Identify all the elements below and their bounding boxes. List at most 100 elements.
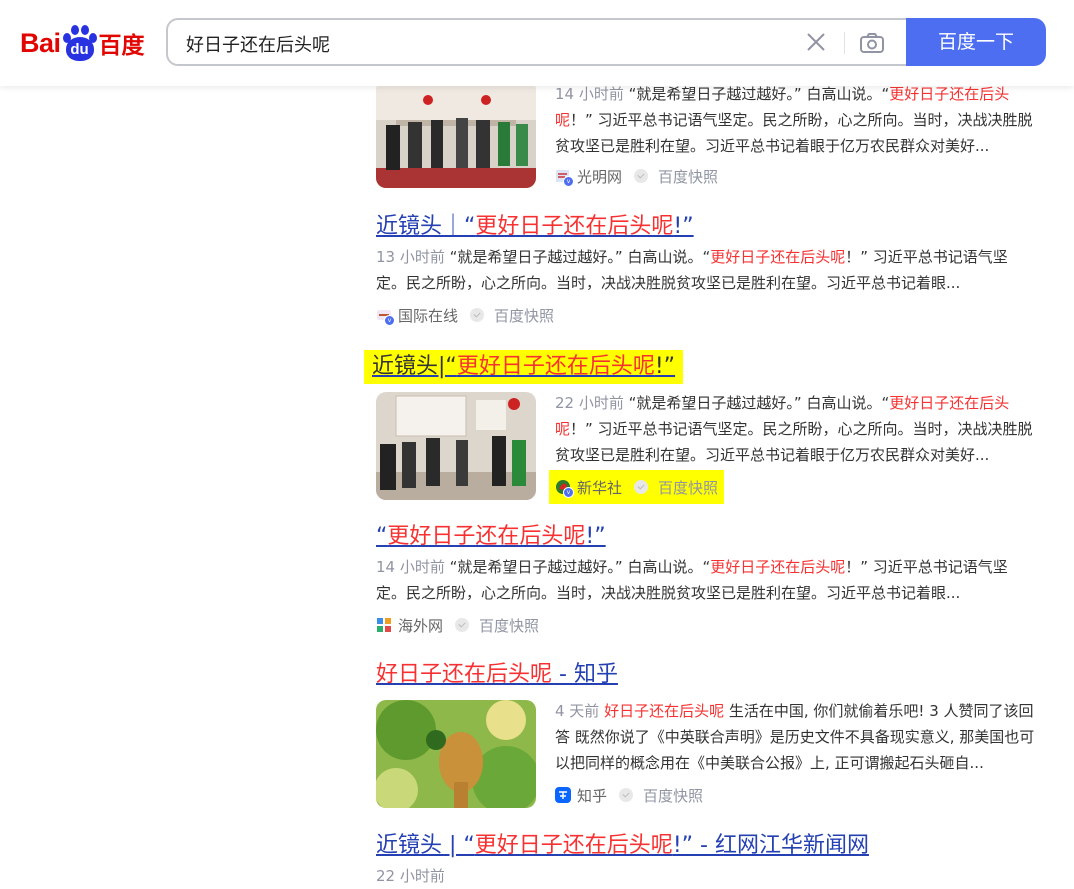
abstract-highlight: 呢 <box>555 111 571 129</box>
xinhua-logo-icon: v <box>555 479 574 498</box>
shield-icon <box>634 169 649 183</box>
abstract-text: 贫攻坚已是胜利在望。习近平总书记着眼于亿万农民群众对美好... <box>555 137 990 155</box>
result-abstract: 22 小时前 “就是希望日子越过越好。” 白高山说。“更好日子还在后头 呢！” … <box>555 390 1074 468</box>
abstract-text: 生活在中国, 你们就偷着乐吧! 3 人赞同了该回 <box>724 702 1034 720</box>
abstract-text: ！” 习近平总书记语气坚定。民之所盼，心之所向。当时，决战决胜脱 <box>570 420 1033 438</box>
shield-icon <box>634 480 649 494</box>
abstract-highlight: 更好日子还在后头 <box>889 394 1010 412</box>
zhihu-logo-icon <box>555 787 571 803</box>
result-time: 22 小时前 <box>376 867 445 885</box>
abstract-highlight: 更好日子还在后头 <box>889 85 1010 103</box>
result-item: 14 小时前 “就是希望日子越过越好。” 白高山说。“更好日子还在后头 呢！” … <box>376 80 1074 190</box>
abstract-text: 定。民之所盼，心之所向。当时，决战决胜脱贫攻坚已是胜利在望。习近平总书记着眼..… <box>376 584 961 602</box>
result-time: 4 天前 <box>555 702 600 720</box>
title-highlight: 好日子还在后头呢 <box>376 662 553 687</box>
title-text: “ <box>376 524 388 549</box>
cri-logo-icon: v <box>376 307 395 326</box>
title-text: 近镜头|“ <box>372 354 457 379</box>
result-time: 13 小时前 <box>376 248 445 266</box>
result-source: v 新华社 百度快照 <box>549 470 725 504</box>
cache-link[interactable]: 百度快照 <box>643 785 703 806</box>
result-item: “更好日子还在后头呢!” 14 小时前 “就是希望日子越过越好。” 白高山说。“… <box>376 522 1074 638</box>
result-abstract: 22 小时前 <box>376 863 1074 889</box>
result-title-link[interactable]: “更好日子还在后头呢!” <box>376 522 1074 552</box>
search-button[interactable]: 百度一下 <box>906 18 1046 66</box>
logo-cn-text: 百度 <box>98 33 145 59</box>
result-item-body: 22 小时前 “就是希望日子越过越好。” 白高山说。“更好日子还在后头 呢！” … <box>376 392 1074 504</box>
abstract-text: “就是希望日子越过越好。” 白高山说。“ <box>449 248 711 266</box>
result-abstract: 14 小时前 “就是希望日子越过越好。” 白高山说。“更好日子还在后头呢！” 习… <box>376 554 1074 606</box>
abstract-text: ！” 习近平总书记语气坚 <box>845 558 1008 576</box>
title-text: 近镜头 | “ <box>376 833 475 858</box>
result-time: 22 小时前 <box>555 394 624 412</box>
source-name[interactable]: 光明网 <box>577 166 622 187</box>
result-item: 近镜头 | “更好日子还在后头呢!” - 红网江华新闻网 22 小时前 <box>376 831 1074 889</box>
result-abstract: 4 天前 好日子还在后头呢 生活在中国, 你们就偷着乐吧! 3 人赞同了该回 答… <box>555 698 1074 776</box>
result-body: 22 小时前 “就是希望日子越过越好。” 白高山说。“更好日子还在后头 呢！” … <box>549 390 1074 504</box>
title-highlight: 更好日子还在后头呢 <box>474 833 673 858</box>
result-time: 14 小时前 <box>376 558 445 576</box>
title-highlight: 更好日子还在后头呢 <box>387 524 586 549</box>
haiwai-logo-icon <box>376 617 392 633</box>
cache-link[interactable]: 百度快照 <box>479 615 539 636</box>
title-text: !” <box>654 354 676 379</box>
title-highlight: 更好日子还在后头呢 <box>456 354 655 379</box>
result-item: 近镜头｜“更好日子还在后头呢!” 13 小时前 “就是希望日子越过越好。” 白高… <box>376 212 1074 328</box>
result-item: 好日子还在后头呢 - 知乎 <box>376 660 1074 690</box>
clear-icon[interactable] <box>804 30 828 54</box>
result-body: 4 天前 好日子还在后头呢 生活在中国, 你们就偷着乐吧! 3 人赞同了该回 答… <box>555 698 1074 808</box>
abstract-text: 定。民之所盼，心之所向。当时，决战决胜脱贫攻坚已是胜利在望。习近平总书记着眼..… <box>376 274 961 292</box>
result-time: 14 小时前 <box>555 85 624 103</box>
abstract-text: ！” 习近平总书记语气坚 <box>845 248 1008 266</box>
search-header: Bai du 百度 好日子还在后头呢 百度一下 <box>0 0 1074 86</box>
source-name[interactable]: 新华社 <box>577 477 622 498</box>
result-title-link[interactable]: 近镜头｜“更好日子还在后头呢!” <box>376 212 1074 242</box>
result-thumbnail[interactable] <box>376 80 536 188</box>
guangming-logo-icon: v <box>555 168 574 187</box>
title-text: !” - 红网江华新闻网 <box>672 833 869 858</box>
result-thumbnail[interactable] <box>376 392 536 500</box>
source-name[interactable]: 国际在线 <box>398 305 458 326</box>
result-thumbnail[interactable] <box>376 700 536 808</box>
result-title-link[interactable]: 近镜头 | “更好日子还在后头呢!” - 红网江华新闻网 <box>376 831 1074 861</box>
source-name[interactable]: 知乎 <box>577 785 607 806</box>
result-source: v 国际在线 百度快照 <box>376 302 1074 328</box>
abstract-highlight: 更好日子还在后头呢 <box>710 558 846 576</box>
shield-icon <box>455 618 470 632</box>
title-highlight: 更好日子还在后头呢 <box>475 214 674 239</box>
paw-icon: du <box>62 23 98 63</box>
abstract-highlight: 呢 <box>555 420 571 438</box>
source-name[interactable]: 海外网 <box>398 615 443 636</box>
search-query-text[interactable]: 好日子还在后头呢 <box>186 31 330 57</box>
cache-link[interactable]: 百度快照 <box>658 166 718 187</box>
cache-link[interactable]: 百度快照 <box>658 477 718 498</box>
result-source: 知乎 百度快照 <box>555 782 1074 808</box>
baidu-logo[interactable]: Bai du 百度 <box>20 22 145 64</box>
result-body: 14 小时前 “就是希望日子越过越好。” 白高山说。“更好日子还在后头 呢！” … <box>555 81 1074 189</box>
abstract-text: ！” 习近平总书记语气坚定。民之所盼，心之所向。当时，决战决胜脱 <box>570 111 1033 129</box>
result-source: 海外网 百度快照 <box>376 612 1074 638</box>
result-title-link[interactable]: 好日子还在后头呢 - 知乎 <box>376 660 1074 690</box>
search-input[interactable]: 好日子还在后头呢 <box>166 18 908 66</box>
divider <box>844 32 845 54</box>
title-text: 近镜头｜“ <box>376 214 476 239</box>
abstract-text: 答 既然你说了《中英联合声明》是历史文件不具备现实意义, 那美国也可 <box>555 728 1035 746</box>
result-item: 近镜头|“更好日子还在后头呢!” <box>364 350 1074 384</box>
abstract-text: “就是希望日子越过越好。” 白高山说。“ <box>628 394 890 412</box>
result-source: v 光明网 百度快照 <box>555 163 1074 189</box>
title-text: - 知乎 <box>552 662 618 687</box>
abstract-text: 以把同样的概念用在《中美联合公报》上, 正可谓搬起石头砸自... <box>555 754 984 772</box>
logo-du-text: du <box>65 37 94 61</box>
abstract-highlight: 好日子还在后头呢 <box>604 702 725 720</box>
abstract-text: “就是希望日子越过越好。” 白高山说。“ <box>449 558 711 576</box>
cache-link[interactable]: 百度快照 <box>494 305 554 326</box>
camera-icon[interactable] <box>858 31 886 55</box>
logo-bai-text: Bai <box>20 27 61 58</box>
title-text: !” <box>673 214 694 239</box>
abstract-highlight: 更好日子还在后头呢 <box>710 248 846 266</box>
result-item-body: 4 天前 好日子还在后头呢 生活在中国, 你们就偷着乐吧! 3 人赞同了该回 答… <box>376 700 1074 808</box>
title-text: !” <box>585 524 606 549</box>
result-abstract: 14 小时前 “就是希望日子越过越好。” 白高山说。“更好日子还在后头 呢！” … <box>555 81 1074 159</box>
shield-icon <box>619 788 634 802</box>
result-title-link[interactable]: 近镜头|“更好日子还在后头呢!” <box>364 350 684 384</box>
